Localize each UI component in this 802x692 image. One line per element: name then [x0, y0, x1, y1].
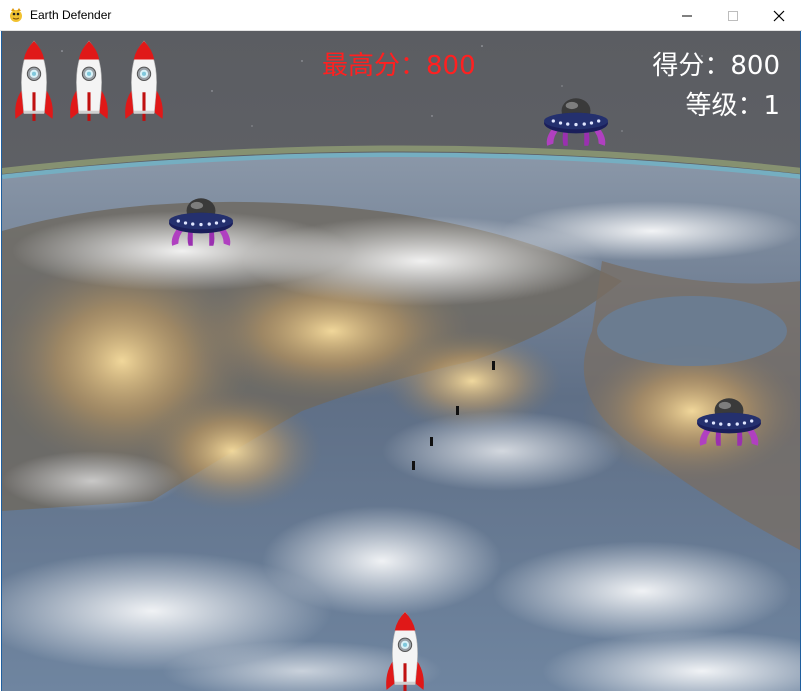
close-button[interactable] — [756, 0, 802, 31]
title-bar: Earth Defender — [0, 0, 802, 31]
life-rocket-icon-1 — [14, 40, 54, 122]
life-rocket-icon-2 — [69, 40, 109, 122]
life-rocket-icon-3 — [124, 40, 164, 122]
close-icon — [773, 10, 785, 22]
score-label: 得分：800 — [652, 51, 780, 81]
minimize-button[interactable] — [664, 0, 710, 31]
bullet — [412, 461, 415, 470]
bullet — [456, 406, 459, 415]
minimize-icon — [682, 15, 692, 17]
enemy-ufo-3 — [697, 398, 761, 446]
game-canvas[interactable]: 最高分：800 得分：800 等级：1 — [1, 31, 801, 691]
high-score-label: 最高分：800 — [322, 51, 476, 81]
maximize-icon — [728, 11, 738, 21]
enemy-ufo-2 — [169, 198, 233, 246]
enemy-ufo-1 — [544, 98, 608, 146]
maximize-button[interactable] — [710, 0, 756, 31]
earth-background — [2, 31, 800, 691]
player-rocket[interactable] — [381, 610, 429, 691]
window-title: Earth Defender — [30, 8, 112, 22]
bullet — [492, 361, 495, 370]
level-label: 等级：1 — [685, 91, 780, 121]
bullet — [430, 437, 433, 446]
pygame-snake-icon — [8, 7, 24, 23]
